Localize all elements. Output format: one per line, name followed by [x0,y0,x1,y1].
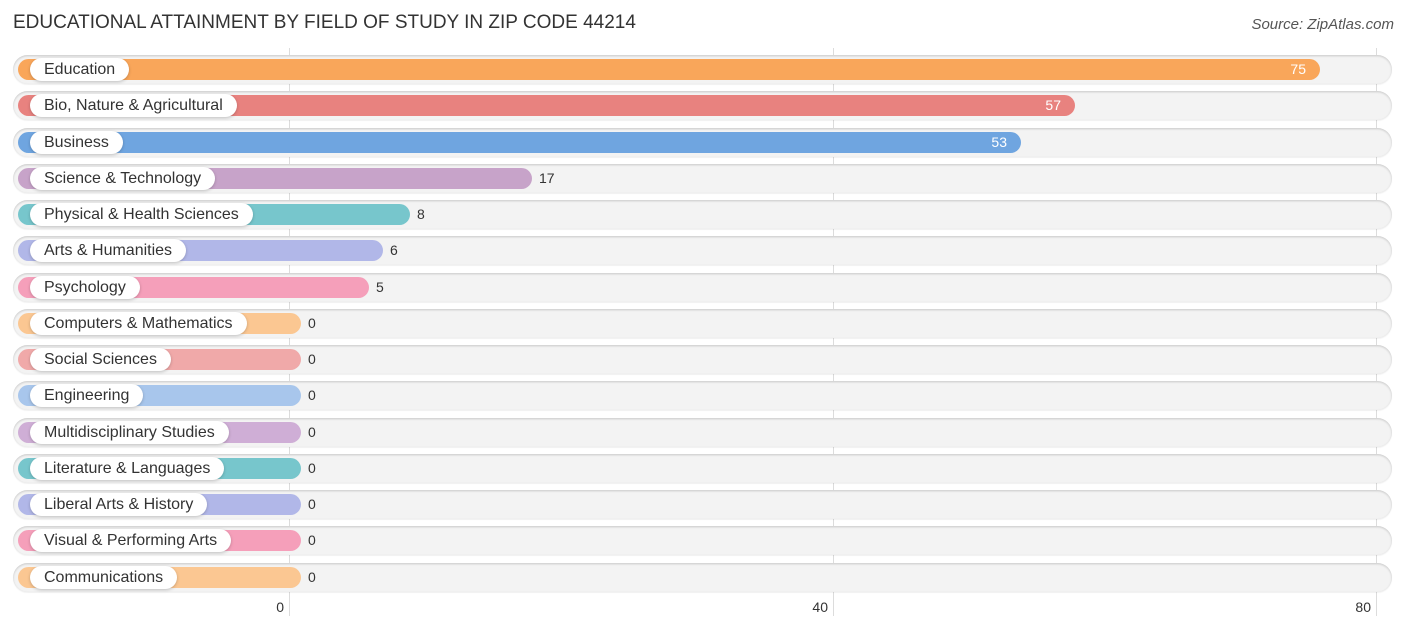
value-label: 8 [417,206,425,222]
category-label: Visual & Performing Arts [30,529,232,552]
value-label: 0 [308,351,316,367]
category-label: Science & Technology [30,167,216,190]
value-label: 0 [308,424,316,440]
x-tick-label: 80 [1355,599,1371,615]
x-tick-label: 0 [276,599,284,615]
category-label: Communications [30,566,178,589]
bar[interactable] [18,59,1320,80]
category-label: Engineering [30,384,144,407]
category-label: Literature & Languages [30,457,225,480]
category-label: Liberal Arts & History [30,493,208,516]
value-label: 0 [308,315,316,331]
category-label: Bio, Nature & Agricultural [30,94,237,117]
value-label: 53 [991,134,1007,150]
x-tick-label: 40 [812,599,828,615]
category-label: Physical & Health Sciences [30,203,253,226]
category-label: Computers & Mathematics [30,312,247,335]
category-label: Social Sciences [30,348,171,371]
value-label: 57 [1045,97,1061,113]
bar[interactable] [18,132,1021,153]
value-label: 75 [1290,61,1306,77]
category-label: Arts & Humanities [30,239,187,262]
category-label: Psychology [30,276,140,299]
value-label: 0 [308,532,316,548]
category-label: Business [30,131,123,154]
value-label: 6 [390,242,398,258]
value-label: 0 [308,569,316,585]
value-label: 0 [308,496,316,512]
category-label: Education [30,58,130,81]
value-label: 0 [308,460,316,476]
category-label: Multidisciplinary Studies [30,421,229,444]
value-label: 0 [308,387,316,403]
bar-chart: Education 75 Bio, Nature & Agricultural 57 B… [0,0,1406,632]
value-label: 17 [539,170,555,186]
value-label: 5 [376,279,384,295]
